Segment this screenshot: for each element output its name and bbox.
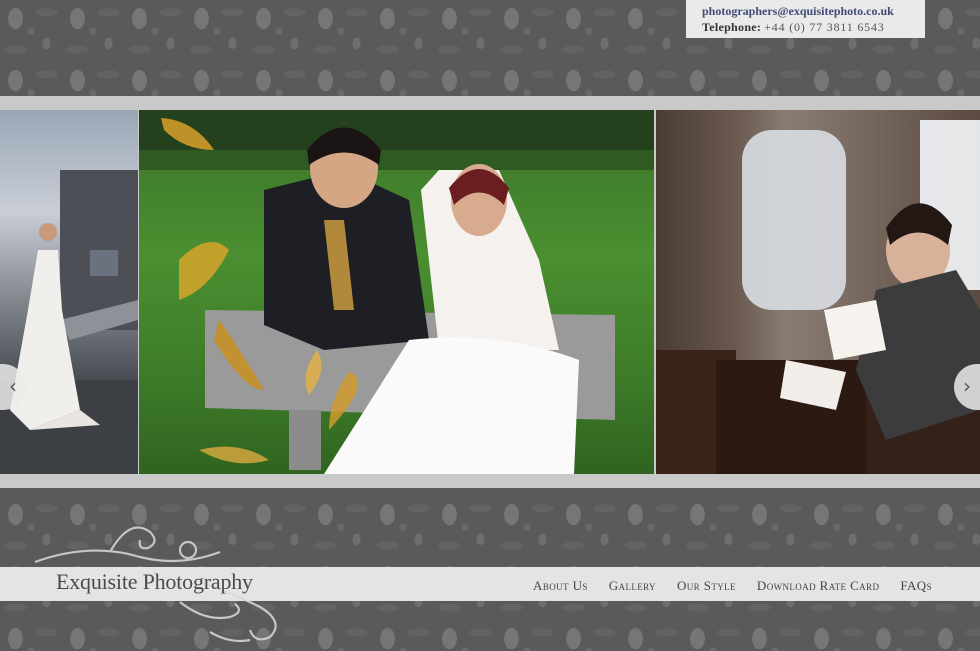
nav-item-about-us[interactable]: About Us	[533, 578, 588, 594]
chevron-right-icon: ›	[963, 374, 971, 398]
nav-item-download-rate-card[interactable]: Download Rate Card	[757, 578, 879, 594]
nav-item-our-style[interactable]: Our Style	[677, 578, 736, 594]
contact-box: photographers@exquisitephoto.co.uk Telep…	[686, 0, 925, 38]
contact-email-link[interactable]: photographers@exquisitephoto.co.uk	[702, 3, 925, 19]
phone-label: Telephone:	[702, 20, 762, 34]
nav-item-gallery[interactable]: Gallery	[609, 578, 656, 594]
contact-phone: Telephone: +44 (0) 77 3811 6543	[702, 19, 925, 35]
site-logo[interactable]: Exquisite Photography	[56, 569, 253, 595]
slide-photo-groom	[656, 110, 980, 474]
chevron-left-icon: ‹	[9, 374, 17, 398]
photo-slider: ‹ ›	[0, 96, 980, 488]
main-nav: About Us Gallery Our Style Download Rate…	[533, 578, 932, 594]
phone-number: +44 (0) 77 3811 6543	[764, 20, 885, 34]
slide-photo-couple	[139, 110, 654, 474]
nav-item-faqs[interactable]: FAQs	[900, 578, 932, 594]
slide-photo-bride	[0, 110, 138, 474]
